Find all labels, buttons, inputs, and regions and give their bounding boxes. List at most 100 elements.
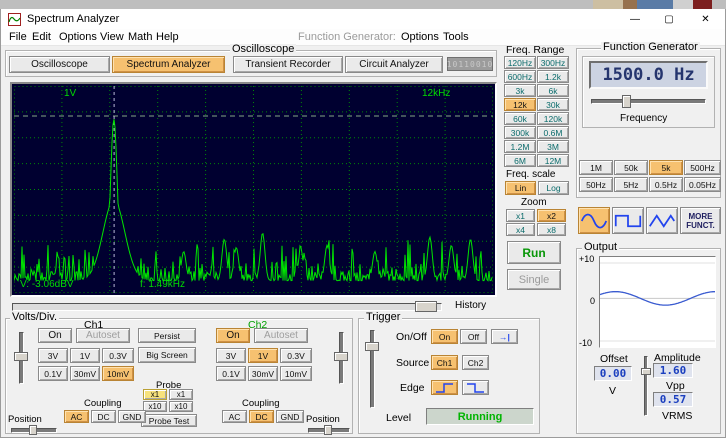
ch1-10mv-button[interactable]: 10mV — [102, 366, 134, 381]
minimize-button[interactable]: — — [618, 9, 652, 29]
trigger-source-ch1-button[interactable]: Ch1 — [431, 355, 458, 370]
history-scrollbar-thumb[interactable] — [415, 301, 437, 312]
ch2-on-button[interactable]: On — [216, 328, 250, 343]
ch1-30mv-button[interactable]: 30mV — [70, 366, 100, 381]
freq-range-300k[interactable]: 300k — [504, 126, 536, 139]
freq-range-3m[interactable]: 3M — [537, 140, 569, 153]
freq-range-60k[interactable]: 60k — [504, 112, 536, 125]
freq-range-1-2k[interactable]: 1.2k — [537, 70, 569, 83]
trigger-off-button[interactable]: Off — [460, 329, 487, 344]
freq-range-12m[interactable]: 12M — [537, 154, 569, 167]
freq-range-120hz[interactable]: 120Hz — [504, 56, 536, 69]
ch1-0-3v-button[interactable]: 0.3V — [102, 348, 134, 363]
waveform-square-button[interactable] — [612, 207, 644, 234]
trigger-level-slider-thumb[interactable] — [365, 342, 379, 351]
freq-range-0-6m[interactable]: 0.6M — [537, 126, 569, 139]
ch1-autoset-button[interactable]: Autoset — [76, 328, 130, 343]
zoom-x2-button[interactable]: x2 — [537, 209, 566, 222]
ch1-coupling-dc-button[interactable]: DC — [91, 410, 116, 423]
ch2-3v-button[interactable]: 3V — [216, 348, 246, 363]
ch2-position-slider-thumb[interactable] — [324, 425, 332, 435]
tab-spectrum-analyzer[interactable]: Spectrum Analyzer — [112, 56, 225, 73]
ch1-3v-button[interactable]: 3V — [38, 348, 68, 363]
ch2-coupling-label: Coupling — [242, 398, 280, 409]
freq-scale-log-button[interactable]: Log — [538, 181, 569, 195]
ch1-position-slider-thumb[interactable] — [29, 425, 37, 435]
ch2-volts-slider-thumb[interactable] — [334, 352, 348, 361]
trigger-on-button[interactable]: On — [431, 329, 458, 344]
menu-help[interactable]: Help — [156, 31, 179, 43]
fgen-range-5hz[interactable]: 5Hz — [614, 177, 648, 192]
trigger-source-ch2-button[interactable]: Ch2 — [462, 355, 489, 370]
fgen-range-1m[interactable]: 1M — [579, 160, 613, 175]
single-button[interactable]: Single — [507, 269, 561, 290]
frequency-slider[interactable] — [591, 99, 706, 104]
persist-button[interactable]: Persist — [138, 328, 196, 343]
freq-range-6k[interactable]: 6k — [537, 84, 569, 97]
freq-range-12k[interactable]: 12k — [504, 98, 536, 111]
tab-transient-recorder[interactable]: Transient Recorder — [233, 56, 343, 73]
frequency-slider-thumb[interactable] — [622, 95, 631, 108]
fgen-range-0-05hz[interactable]: 0.05Hz — [684, 177, 721, 192]
ch2-coupling-dc-button[interactable]: DC — [249, 410, 274, 423]
fgen-range-5k[interactable]: 5k — [649, 160, 683, 175]
ch2-0-3v-button[interactable]: 0.3V — [280, 348, 312, 363]
ch2-autoset-button[interactable]: Autoset — [254, 328, 308, 343]
ch2-1v-button[interactable]: 1V — [248, 348, 278, 363]
tab-oscilloscope[interactable]: Oscilloscope — [9, 56, 110, 73]
trigger-single-arrow-button[interactable]: →| — [491, 329, 518, 344]
ch1-coupling-gnd-button[interactable]: GND — [118, 410, 146, 423]
ch2-0-1v-button[interactable]: 0.1V — [216, 366, 246, 381]
ch1-on-button[interactable]: On — [38, 328, 72, 343]
menu-fg-options[interactable]: Options — [401, 31, 439, 43]
waveform-sine-button[interactable] — [578, 207, 610, 234]
fgen-range-500hz[interactable]: 500Hz — [684, 160, 721, 175]
freq-range-1-2m[interactable]: 1.2M — [504, 140, 536, 153]
ch2-10mv-button[interactable]: 10mV — [280, 366, 312, 381]
tab-circuit-analyzer[interactable]: Circuit Analyzer — [345, 56, 443, 73]
fgen-range-50k[interactable]: 50k — [614, 160, 648, 175]
more-functions-button[interactable]: MORE FUNCT. — [680, 207, 721, 234]
freq-range-120k[interactable]: 120k — [537, 112, 569, 125]
ch2-30mv-button[interactable]: 30mV — [248, 366, 278, 381]
fgen-range-50hz[interactable]: 50Hz — [579, 177, 613, 192]
freq-range-30k[interactable]: 30k — [537, 98, 569, 111]
menu-fg-tools[interactable]: Tools — [443, 31, 469, 43]
ch1-1v-button[interactable]: 1V — [70, 348, 100, 363]
amplitude-slider[interactable] — [644, 356, 648, 416]
ch2-coupling-gnd-button[interactable]: GND — [276, 410, 304, 423]
freq-range-600hz[interactable]: 600Hz — [504, 70, 536, 83]
freq-scale-lin-button[interactable]: Lin — [505, 181, 536, 195]
zoom-x8-button[interactable]: x8 — [537, 223, 566, 236]
trigger-edge-falling-button[interactable] — [462, 380, 489, 395]
menu-options[interactable]: Options — [59, 31, 97, 43]
ch1-0-1v-button[interactable]: 0.1V — [38, 366, 68, 381]
probe-test-button[interactable]: Probe Test — [141, 414, 197, 427]
history-scrollbar[interactable] — [12, 303, 442, 311]
ch2-probe-x1-button[interactable]: x1 — [169, 389, 193, 400]
zoom-x4-button[interactable]: x4 — [506, 223, 535, 236]
spectrum-plot[interactable]: 1V 12kHz V: -3.06dBV f: 1.49kHz — [14, 86, 493, 293]
run-button[interactable]: Run — [507, 241, 561, 264]
zoom-x1-button[interactable]: x1 — [506, 209, 535, 222]
trigger-edge-rising-button[interactable] — [431, 380, 458, 395]
waveform-triangle-button[interactable] — [646, 207, 678, 234]
freq-range-300hz[interactable]: 300Hz — [537, 56, 569, 69]
amplitude-slider-thumb[interactable] — [641, 368, 651, 375]
menu-view[interactable]: View — [100, 31, 124, 43]
menu-file[interactable]: File — [9, 31, 27, 43]
ch1-probe-x10-button[interactable]: x10 — [143, 401, 167, 412]
menu-edit[interactable]: Edit — [32, 31, 51, 43]
maximize-button[interactable]: ▢ — [652, 9, 686, 29]
freq-range-3k[interactable]: 3k — [504, 84, 536, 97]
big-screen-button[interactable]: Big Screen — [138, 347, 196, 363]
ch1-coupling-ac-button[interactable]: AC — [64, 410, 89, 423]
fgen-range-0-5hz[interactable]: 0.5Hz — [649, 177, 683, 192]
menu-math[interactable]: Math — [128, 31, 152, 43]
ch1-volts-slider-thumb[interactable] — [14, 352, 28, 361]
freq-range-6m[interactable]: 6M — [504, 154, 536, 167]
ch2-coupling-ac-button[interactable]: AC — [222, 410, 247, 423]
close-button[interactable]: ✕ — [686, 9, 725, 29]
ch2-probe-x10-button[interactable]: x10 — [169, 401, 193, 412]
ch1-probe-x1-button[interactable]: x1 — [143, 389, 167, 400]
